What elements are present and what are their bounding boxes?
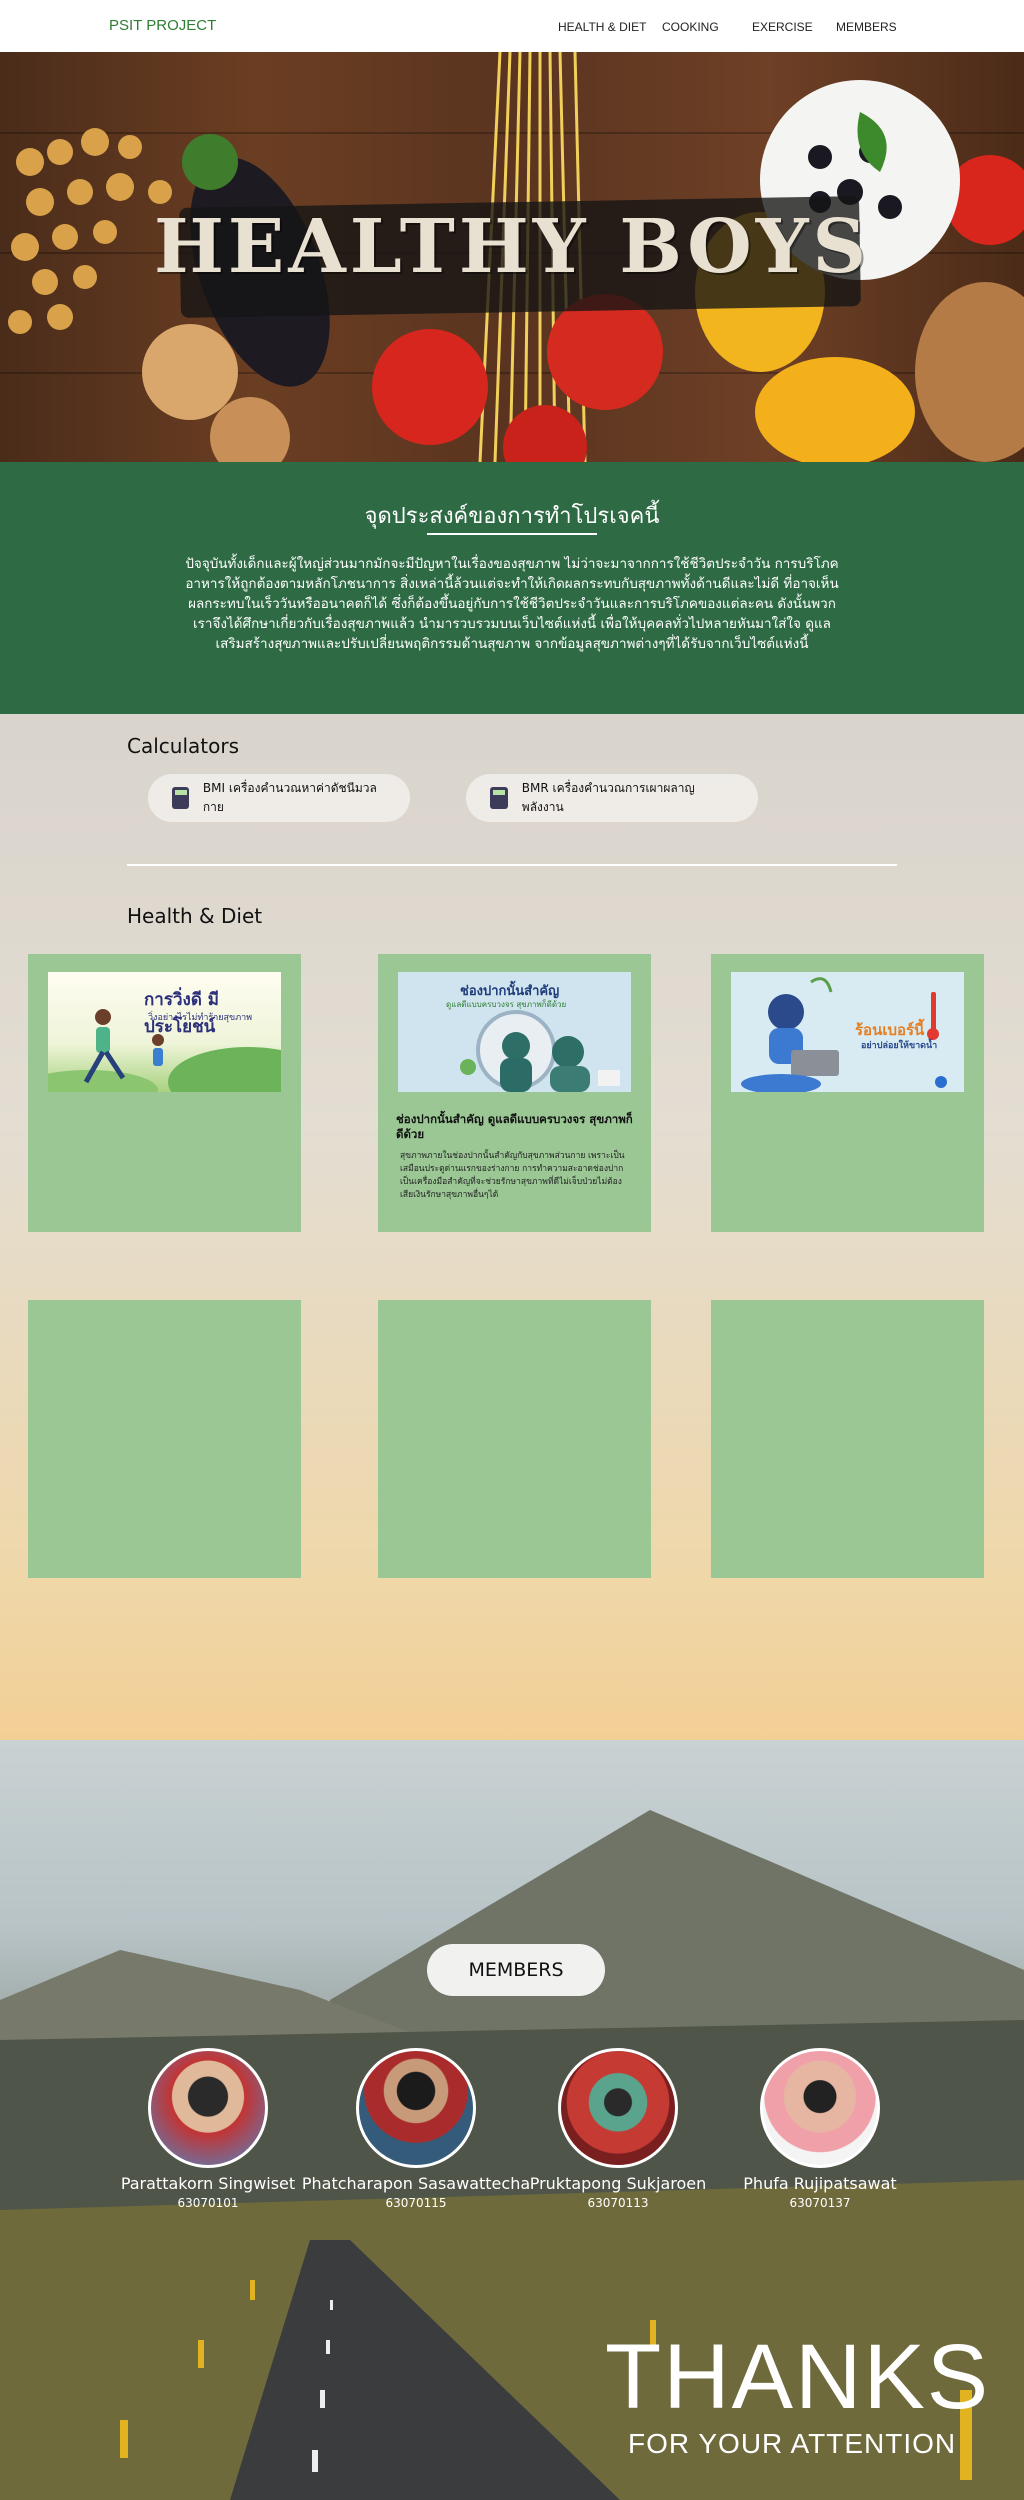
calculator-icon [172, 787, 189, 809]
thanks-heading: THANKS [605, 2326, 991, 2428]
article-card-empty[interactable] [711, 1300, 984, 1578]
avatar [148, 2048, 268, 2168]
nav-link-members[interactable]: MEMBERS [836, 20, 897, 34]
article-thumbnail: การวิ่งดี มีประโยชน์ วิ่งอย่างไรไม่ทำร้า… [48, 972, 281, 1092]
member-name: Phufa Rujipatsawat [743, 2174, 897, 2193]
nav-link-cooking[interactable]: COOKING [662, 20, 719, 34]
calculators-title: Calculators [127, 734, 239, 758]
article-card-running[interactable]: การวิ่งดี มีประโยชน์ วิ่งอย่างไรไม่ทำร้า… [28, 954, 301, 1232]
article-body: สุขภาพภายในช่องปากนั้นสำคัญกับสุขภาพส่วน… [400, 1151, 625, 1200]
avatar [558, 2048, 678, 2168]
thumb-subtitle: ดูแลดีแบบครบวงจร สุขภาพก็ดีด้วย [446, 1000, 567, 1009]
nav-link-health-diet[interactable]: HEALTH & DIET [558, 20, 646, 34]
article-card-hot-weather[interactable]: ร้อนเบอร์นี้ อย่าปล่อยให้ขาดน้ำ [711, 954, 984, 1232]
article-thumbnail: ร้อนเบอร์นี้ อย่าปล่อยให้ขาดน้ำ [731, 972, 964, 1092]
hero-banner: HEALTHY BOYS [0, 52, 1024, 462]
health-diet-title: Health & Diet [127, 904, 263, 928]
member-name: Parattakorn Singwiset [120, 2174, 296, 2193]
bmi-calculator-label: BMI เครื่องคำนวณหาค่าดัชนีมวลกาย [202, 781, 377, 814]
calculator-icon [490, 787, 508, 809]
health-section: Calculators BMI เครื่องคำนวณหาค่าดัชนีมว… [0, 714, 1024, 1740]
hero-title: HEALTHY BOYS [154, 204, 870, 290]
thanks-subheading: FOR YOUR ATTENTION [628, 2428, 957, 2459]
purpose-paragraph: ปัจจุบันทั้งเด็กและผู้ใหญ่ส่วนมากมักจะมี… [185, 556, 839, 652]
article-card-oral-health[interactable]: ช่องปากนั้นสำคัญ ดูแลดีแบบครบวงจร สุขภาพ… [378, 954, 651, 1232]
section-divider [127, 864, 897, 866]
brand-logo[interactable]: PSIT PROJECT [109, 17, 216, 34]
member-id: 63070101 [177, 2196, 239, 2210]
bmr-calculator-button[interactable]: BMR เครื่องคำนวณการเผาผลาญพลังงาน [466, 774, 758, 822]
purpose-section: จุดประสงค์ของการทำโปรเจคนี้ ปัจจุบันทั้ง… [0, 462, 1024, 714]
article-thumbnail: ช่องปากนั้นสำคัญ ดูแลดีแบบครบวงจร สุขภาพ… [398, 972, 631, 1092]
thumb-subtitle: อย่าปล่อยให้ขาดน้ำ [861, 1041, 938, 1051]
article-card-empty[interactable] [378, 1300, 651, 1578]
purpose-heading: จุดประสงค์ของการทำโปรเจคนี้ [364, 504, 660, 529]
bmr-calculator-label: BMR เครื่องคำนวณการเผาผลาญพลังงาน [521, 781, 695, 814]
nav-link-exercise[interactable]: EXERCISE [752, 20, 813, 34]
members-section: MEMBERS Parattakorn Singwiset 63070101 P… [0, 1740, 1024, 2500]
thumb-subtitle: วิ่งอย่างไรไม่ทำร้ายสุขภาพ [148, 1013, 253, 1023]
member-id: 63070137 [789, 2196, 851, 2210]
avatar [760, 2048, 880, 2168]
article-card-empty[interactable] [28, 1300, 301, 1578]
article-title: ช่องปากนั้นสำคัญ ดูแลดีแบบครบวงจร สุขภาพ… [396, 1112, 633, 1141]
members-title-pill: MEMBERS [427, 1944, 605, 1996]
bmi-calculator-button[interactable]: BMI เครื่องคำนวณหาค่าดัชนีมวลกาย [148, 774, 410, 822]
avatar [356, 2048, 476, 2168]
navbar: PSIT PROJECT HEALTH & DIET COOKING EXERC… [0, 0, 1024, 52]
heading-underline [427, 533, 597, 535]
